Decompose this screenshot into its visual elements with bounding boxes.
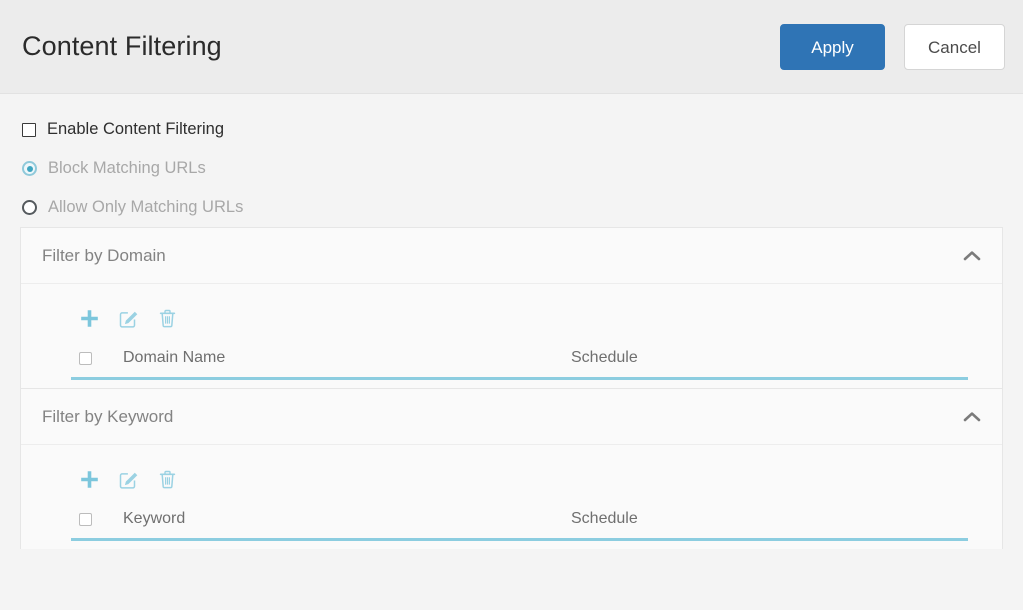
header-actions: Apply Cancel [780, 23, 1014, 70]
select-all-checkbox[interactable] [79, 351, 92, 365]
page-title: Content Filtering [22, 31, 222, 61]
column-header-keyword[interactable]: Keyword [123, 510, 571, 528]
filter-by-domain-panel: Filter by Domain Domain Name Schedule [20, 227, 1003, 388]
block-matching-urls-row[interactable]: Block Matching URLs [0, 149, 1023, 188]
page-header: Content Filtering Apply Cancel [0, 0, 1023, 94]
filter-by-keyword-title: Filter by Keyword [42, 406, 174, 426]
filter-by-keyword-toolbar [21, 461, 1002, 497]
column-header-schedule[interactable]: Schedule [571, 510, 638, 528]
chevron-up-icon[interactable] [962, 407, 982, 427]
allow-only-matching-urls-label: Allow Only Matching URLs [48, 198, 244, 216]
page-body: Enable Content Filtering Block Matching … [0, 94, 1023, 610]
filter-by-domain-title: Filter by Domain [42, 245, 166, 265]
filter-by-domain-table-header: Domain Name Schedule [71, 336, 968, 380]
block-matching-urls-label: Block Matching URLs [48, 159, 206, 177]
allow-only-matching-urls-row[interactable]: Allow Only Matching URLs [0, 188, 1023, 227]
chevron-up-icon[interactable] [962, 246, 982, 266]
select-all-checkbox[interactable] [79, 512, 92, 526]
add-icon[interactable] [78, 468, 100, 490]
filter-by-keyword-header[interactable]: Filter by Keyword [21, 389, 1002, 445]
filter-by-keyword-table-header: Keyword Schedule [71, 497, 968, 541]
filter-by-keyword-body: Keyword Schedule [21, 445, 1002, 549]
select-all-checkbox-cell [71, 512, 123, 526]
cancel-button[interactable]: Cancel [904, 23, 1005, 70]
filter-by-domain-body: Domain Name Schedule [21, 284, 1002, 388]
column-header-schedule[interactable]: Schedule [571, 349, 638, 367]
enable-content-filtering-label: Enable Content Filtering [47, 120, 225, 138]
delete-icon[interactable] [156, 307, 178, 329]
column-header-domain-name[interactable]: Domain Name [123, 349, 571, 367]
edit-icon[interactable] [117, 468, 139, 490]
allow-only-matching-urls-radio[interactable] [22, 200, 37, 215]
apply-button[interactable]: Apply [780, 23, 885, 70]
edit-icon[interactable] [117, 307, 139, 329]
filter-by-domain-toolbar [21, 300, 1002, 336]
block-matching-urls-radio[interactable] [22, 161, 37, 176]
enable-content-filtering-row[interactable]: Enable Content Filtering [0, 110, 1023, 149]
delete-icon[interactable] [156, 468, 178, 490]
select-all-checkbox-cell [71, 351, 123, 365]
filter-by-domain-header[interactable]: Filter by Domain [21, 228, 1002, 284]
filter-by-keyword-panel: Filter by Keyword Keyword Schedule [20, 388, 1003, 549]
add-icon[interactable] [78, 307, 100, 329]
enable-content-filtering-checkbox[interactable] [22, 122, 36, 137]
